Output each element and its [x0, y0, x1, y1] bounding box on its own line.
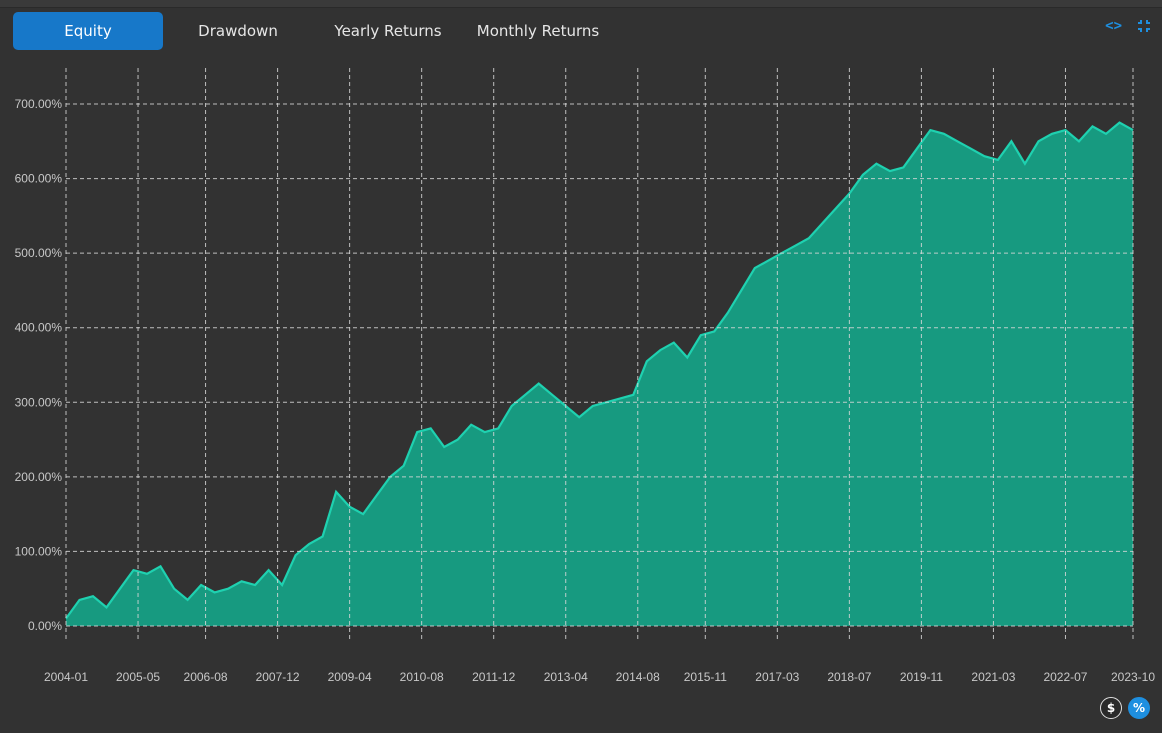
x-tick-label: 2006-08 [184, 670, 228, 684]
x-tick-label: 2005-05 [116, 670, 160, 684]
code-brackets-icon[interactable]: <> [1105, 18, 1122, 38]
x-tick-label: 2009-04 [328, 670, 372, 684]
y-tick-label: 600.00% [15, 172, 63, 186]
x-tick-label: 2017-03 [755, 670, 799, 684]
tab-yearly-returns[interactable]: Yearly Returns [313, 12, 463, 50]
x-tick-label: 2014-08 [616, 670, 660, 684]
x-tick-label: 2019-11 [900, 670, 943, 684]
x-tick-label: 2015-11 [684, 670, 727, 684]
x-tick-label: 2023-10 [1111, 670, 1155, 684]
equity-area [66, 122, 1133, 626]
y-tick-label: 700.00% [15, 97, 63, 111]
y-tick-label: 0.00% [28, 619, 62, 633]
dollar-mode-button[interactable]: $ [1100, 697, 1122, 719]
tab-equity[interactable]: Equity [13, 12, 163, 50]
y-tick-label: 100.00% [15, 544, 63, 558]
x-tick-label: 2013-04 [544, 670, 588, 684]
percent-mode-button[interactable]: % [1128, 697, 1150, 719]
x-tick-label: 2010-08 [400, 670, 444, 684]
equity-chart-panel: 0.00% 100.00% 200.00% 300.00% 400.00% 500.00%… [0, 7, 1162, 733]
y-tick-label: 500.00% [15, 246, 63, 260]
tab-monthly-returns[interactable]: Monthly Returns [463, 12, 613, 50]
equity-chart: 0.00% 100.00% 200.00% 300.00% 400.00% 500.00%… [15, 68, 1155, 684]
chart-tabs: Equity Drawdown Yearly Returns Monthly R… [13, 12, 613, 50]
y-tick-label: 200.00% [15, 470, 63, 484]
value-mode-toggle: $ % [1100, 697, 1150, 719]
y-tick-label: 300.00% [15, 395, 63, 409]
tab-drawdown[interactable]: Drawdown [163, 12, 313, 50]
x-tick-label: 2004-01 [44, 670, 88, 684]
chart-toolbar: <> [1105, 18, 1152, 38]
y-tick-label: 400.00% [15, 321, 63, 335]
x-tick-label: 2018-07 [827, 670, 871, 684]
x-tick-label: 2021-03 [971, 670, 1015, 684]
compress-icon[interactable] [1136, 18, 1152, 38]
x-tick-label: 2022-07 [1043, 670, 1087, 684]
x-tick-label: 2007-12 [256, 670, 300, 684]
x-tick-label: 2011-12 [472, 670, 515, 684]
